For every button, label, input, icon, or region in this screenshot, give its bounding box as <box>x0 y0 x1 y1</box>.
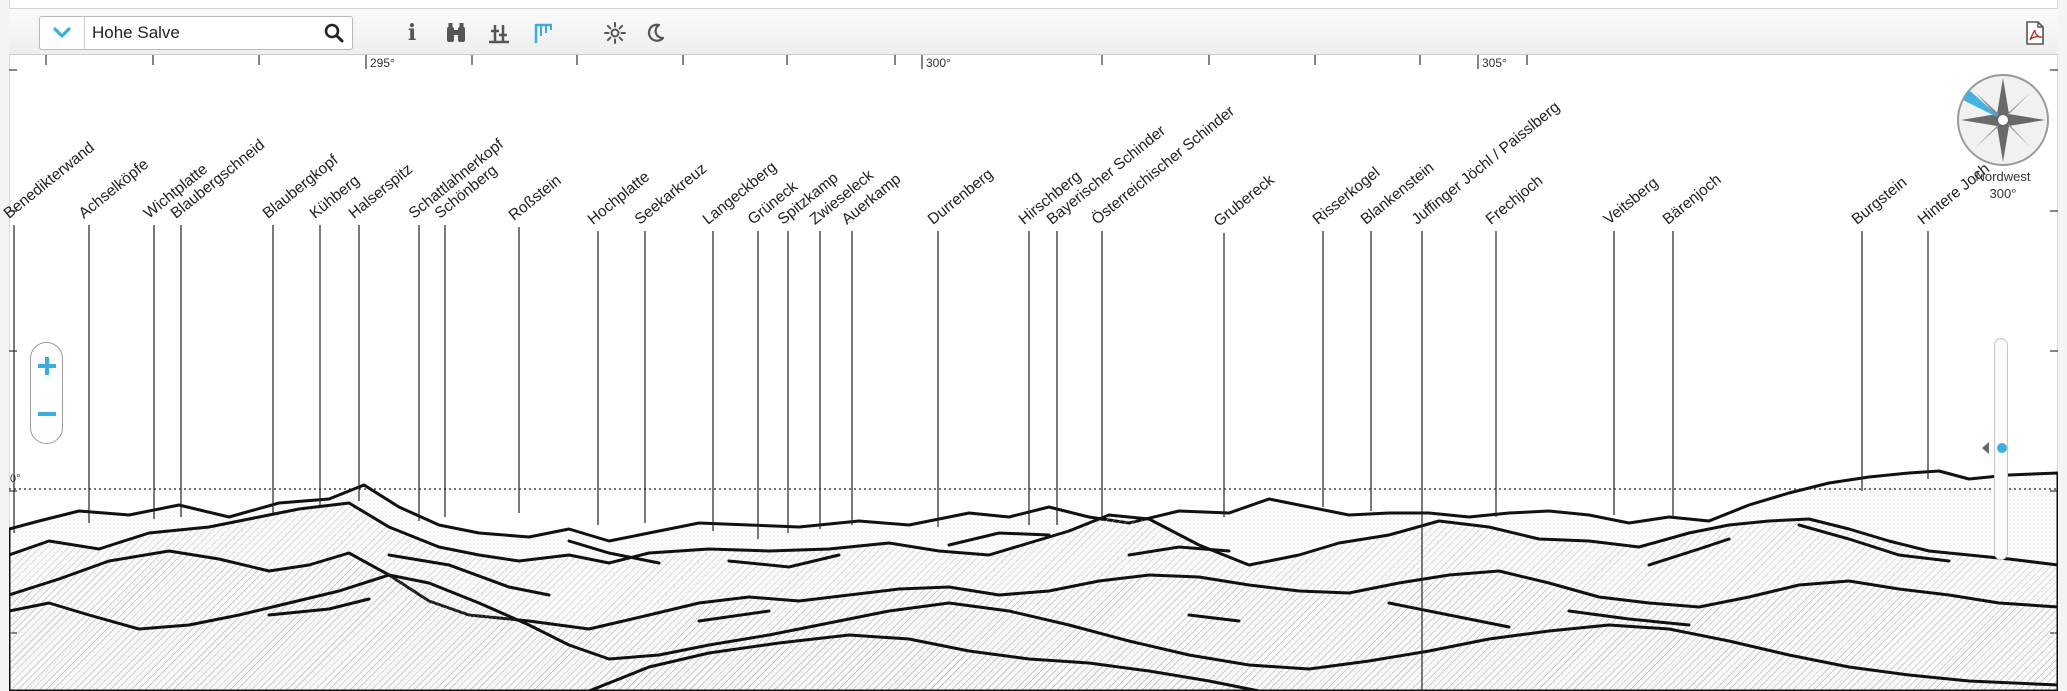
axis-degree-label: 295° <box>370 56 395 70</box>
compass-rose-icon[interactable] <box>1955 72 2051 168</box>
chevron-down-icon <box>53 27 71 38</box>
location-dropdown-button[interactable] <box>40 17 85 49</box>
mountain-ridges <box>7 469 2060 691</box>
search-button[interactable] <box>323 22 347 44</box>
minus-icon <box>37 412 56 416</box>
pdf-icon[interactable] <box>2025 21 2045 45</box>
toolbar: i <box>9 8 2058 55</box>
zoom-in-button[interactable] <box>31 346 62 390</box>
sun-icon[interactable] <box>603 21 627 45</box>
search-icon <box>324 23 344 43</box>
location-search-box <box>39 16 353 50</box>
plus-icon <box>37 357 56 375</box>
horizon-degree-label: 0° <box>10 473 21 485</box>
location-search-input[interactable] <box>92 20 308 46</box>
axis-degree-label: 300° <box>926 56 951 70</box>
moon-icon[interactable] <box>645 21 667 45</box>
axis-degree-label: 305° <box>1482 56 1507 70</box>
mountain-panorama-drawing <box>7 55 2060 691</box>
binoculars-icon[interactable] <box>445 21 467 45</box>
info-icon[interactable]: i <box>405 21 419 45</box>
panorama-app: i <box>0 0 2067 691</box>
compass-heading: 300° <box>1989 186 2017 201</box>
tilt-slider-handle[interactable] <box>1981 440 2011 456</box>
right-scrollbar-edge <box>2057 0 2067 691</box>
zoom-control <box>30 342 63 444</box>
degree-axis-ticks <box>45 55 1528 69</box>
flag-icon[interactable] <box>532 21 556 45</box>
summit-icon[interactable] <box>487 21 511 45</box>
compass-readout: Nordwest 300° <box>1960 168 2046 202</box>
zoom-out-button[interactable] <box>31 394 62 438</box>
compass-direction: Nordwest <box>1975 169 2031 184</box>
panorama-view[interactable]: 295° 300° 305° Benedikterwand Achselköpfe Wi… <box>1 55 2060 691</box>
